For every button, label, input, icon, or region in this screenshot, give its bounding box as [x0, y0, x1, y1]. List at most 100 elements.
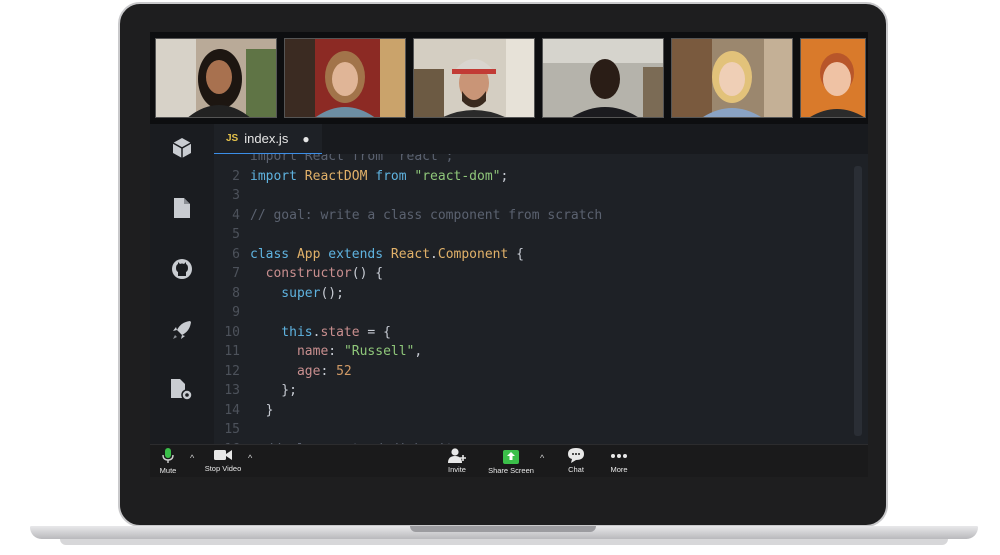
code-token: ,: [414, 344, 423, 359]
tab-filename: index.js: [244, 131, 289, 146]
code-line[interactable]: import React from "react";: [214, 154, 454, 167]
code-token: // goal: write a class component from sc…: [250, 207, 603, 223]
code-token: Component: [437, 246, 509, 262]
stop-video-button[interactable]: Stop Video: [193, 448, 253, 473]
code-editor: JS index.js ● import React from "react";…: [150, 124, 868, 444]
participant-video[interactable]: [800, 38, 866, 118]
participant-video[interactable]: [155, 38, 277, 118]
code-token: from: [367, 168, 415, 184]
line-number: 7: [232, 266, 240, 281]
stop-video-label: Stop Video: [204, 464, 242, 473]
video-options-caret[interactable]: ^: [248, 453, 252, 463]
code-line[interactable]: 5: [214, 225, 250, 245]
line-number: 9: [232, 305, 240, 320]
code-line[interactable]: 15: [214, 420, 250, 440]
participant-strip: [155, 38, 866, 118]
js-file-icon: JS: [226, 133, 239, 144]
tab-index-js[interactable]: JS index.js ●: [214, 124, 322, 154]
screen: JS index.js ● import React from "react";…: [150, 32, 868, 477]
line-number: 5: [232, 227, 240, 242]
share-screen-button[interactable]: Share Screen: [481, 448, 541, 475]
line-number: 8: [232, 285, 240, 301]
code-line[interactable]: 6 class App extends React.Component {: [214, 245, 524, 265]
code-token: React: [390, 246, 431, 262]
code-line[interactable]: 2 import ReactDOM from "react-dom";: [214, 167, 508, 187]
github-icon[interactable]: [170, 257, 194, 281]
code-line[interactable]: 10 this.state = {: [214, 323, 391, 343]
code-area[interactable]: import React from "react"; 2 import ReactD…: [214, 154, 854, 444]
code-line[interactable]: 9: [214, 303, 250, 323]
code-token: age: [250, 363, 321, 379]
participant-video[interactable]: [413, 38, 535, 118]
cube-icon[interactable]: [170, 136, 194, 160]
microphone-icon: [162, 448, 174, 463]
code-line[interactable]: 11 name: "Russell",: [214, 342, 422, 362]
activity-bar: [150, 124, 214, 444]
code-line[interactable]: 7 constructor() {: [214, 264, 383, 284]
code-token: };: [250, 383, 297, 398]
participant-avatar: [156, 39, 276, 117]
code-token: ReactDOM: [304, 168, 368, 184]
line-number: 6: [232, 246, 240, 262]
code-token: this: [250, 324, 313, 340]
code-token: () {: [351, 266, 384, 281]
unsaved-indicator[interactable]: ●: [302, 132, 309, 146]
line-number: 15: [224, 422, 240, 437]
participant-video[interactable]: [284, 38, 406, 118]
code-token: state: [320, 324, 360, 340]
video-camera-icon: [214, 450, 232, 460]
code-token: import: [250, 168, 305, 184]
invite-button[interactable]: Invite: [427, 448, 487, 474]
share-screen-label: Share Screen: [488, 466, 534, 475]
code-token: {: [508, 246, 524, 262]
participant-video[interactable]: [542, 38, 664, 118]
more-label: More: [610, 465, 628, 474]
line-number: 13: [224, 383, 240, 398]
code-token: extends: [320, 246, 391, 262]
invite-label: Invite: [448, 465, 466, 474]
code-token: constructor: [250, 266, 352, 281]
mute-label: Mute: [159, 466, 177, 475]
code-token: :: [328, 344, 344, 359]
participant-avatar: [543, 39, 663, 117]
line-number: 12: [224, 363, 240, 379]
code-token: ();: [320, 285, 344, 301]
code-token: class: [250, 246, 297, 262]
code-token: App: [296, 246, 321, 262]
code-token: "react-dom": [414, 168, 501, 184]
code-line[interactable]: 13 };: [214, 381, 297, 401]
participant-avatar: [672, 39, 792, 117]
editor-scrollbar[interactable]: [854, 166, 862, 436]
laptop-shadow: [60, 539, 948, 545]
file-settings-icon[interactable]: [170, 378, 194, 402]
code-token: super: [250, 285, 321, 301]
participant-video[interactable]: [671, 38, 793, 118]
participant-avatar: [414, 39, 534, 117]
meeting-toolbar: Mute ^ Stop Video ^ Invite Share Screen …: [150, 444, 868, 477]
code-token: }: [250, 402, 274, 418]
more-dots-icon: [611, 454, 627, 458]
code-token: import React from "react";: [250, 154, 454, 164]
code-token: ;: [500, 168, 509, 184]
chat-label: Chat: [568, 465, 584, 474]
participant-avatar: [801, 39, 865, 117]
laptop-notch: [410, 526, 596, 532]
code-token: "Russell": [343, 344, 415, 359]
tab-bar: JS index.js ●: [214, 124, 868, 154]
more-button[interactable]: More: [589, 448, 649, 474]
code-line[interactable]: 14 }: [214, 401, 273, 421]
code-token: = {: [359, 324, 391, 340]
line-number: 3: [232, 188, 240, 203]
code-line[interactable]: 3: [214, 186, 250, 206]
code-token: :: [320, 363, 337, 379]
chat-bubble-icon: [568, 448, 584, 463]
rocket-icon[interactable]: [170, 318, 194, 342]
code-token: .: [430, 246, 438, 262]
code-line[interactable]: 8 super();: [214, 284, 344, 304]
invite-user-icon: [448, 448, 466, 463]
line-number: 2: [232, 168, 240, 184]
code-line[interactable]: 4 // goal: write a class component from s…: [214, 206, 602, 226]
code-line[interactable]: 12 age: 52: [214, 362, 351, 382]
share-options-caret[interactable]: ^: [540, 453, 544, 463]
file-icon[interactable]: [170, 196, 194, 220]
